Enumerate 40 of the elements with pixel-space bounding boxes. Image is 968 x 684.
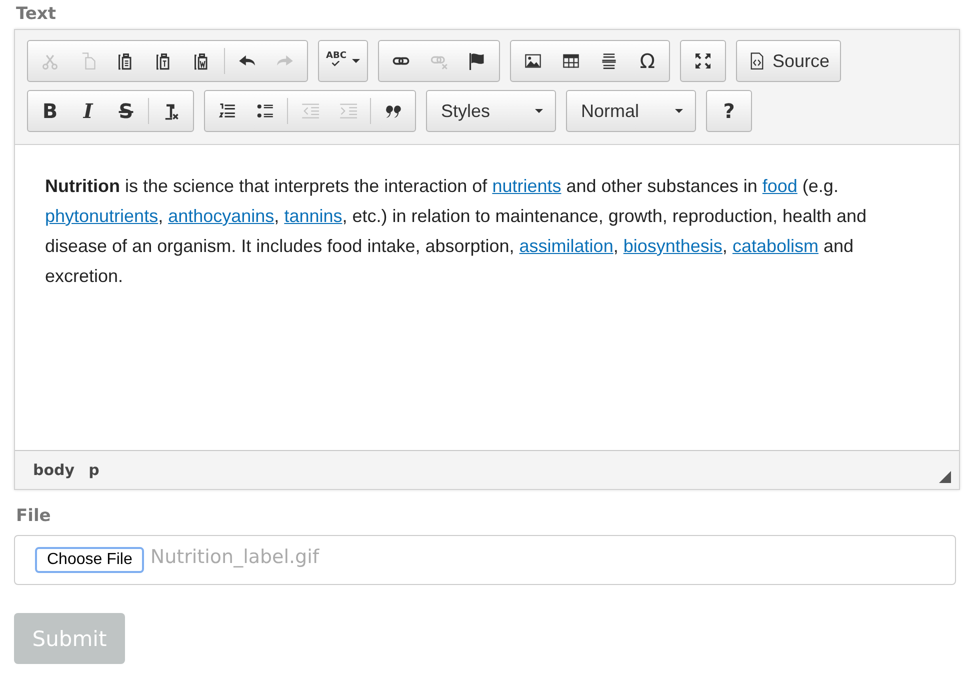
image-icon	[524, 52, 542, 70]
caret-icon	[352, 59, 360, 63]
caret-icon	[535, 109, 543, 113]
resize-handle-icon[interactable]	[939, 471, 951, 483]
flag-icon	[468, 52, 486, 70]
bold-button[interactable]: B	[31, 93, 69, 129]
numbered-list-icon	[218, 102, 236, 120]
scissors-icon	[41, 52, 59, 70]
indent-icon	[339, 102, 357, 120]
table-icon	[562, 52, 580, 70]
link[interactable]: biosynthesis	[623, 236, 722, 256]
help-button[interactable]: ?	[710, 93, 748, 129]
link[interactable]: catabolism	[732, 236, 818, 256]
link[interactable]: anthocyanins	[168, 206, 274, 226]
link[interactable]: assimilation	[519, 236, 614, 256]
link[interactable]: nutrients	[492, 176, 562, 196]
link[interactable]: tannins	[284, 206, 342, 226]
outdent-icon	[301, 102, 319, 120]
element-path-item[interactable]: body	[33, 461, 75, 479]
choose-file-button[interactable]: Choose File	[35, 547, 144, 573]
link[interactable]: food	[762, 176, 798, 196]
caret-icon	[675, 109, 683, 113]
italic-button[interactable]: I	[69, 93, 107, 129]
horizontal-lines-icon	[600, 52, 618, 70]
file-field[interactable]: Choose File Nutrition_label.gif	[14, 535, 956, 585]
strikethrough-button[interactable]: S	[107, 93, 145, 129]
dropdown[interactable]: Styles	[427, 93, 555, 129]
dropdown[interactable]: Normal	[567, 93, 695, 129]
maximize-icon	[693, 51, 714, 71]
spellcheck-button[interactable]: ABC	[322, 43, 364, 79]
paragraph: Nutrition is the science that interprets the interaction of nutrients and other substances in food (e.g. phytonutrients, anthocyanins, tannins, etc.) in relation to maintenance, growth, reproduction, health and disease of an organism. It includes food intake, absorption, assimilation, biosynthesis, catabolism and excretion.	[45, 175, 868, 288]
link[interactable]: phytonutrients	[45, 206, 158, 226]
bulleted-list-icon	[256, 102, 274, 120]
field-label: File	[16, 506, 51, 526]
file-name: Nutrition_label.gif	[150, 546, 320, 568]
field-label: Text	[16, 4, 56, 24]
element-path-item[interactable]: p	[88, 461, 100, 479]
source-button[interactable]: Source	[740, 43, 838, 79]
special-character-button[interactable]: Ω	[628, 43, 666, 79]
abc-label: ABC	[326, 52, 346, 60]
